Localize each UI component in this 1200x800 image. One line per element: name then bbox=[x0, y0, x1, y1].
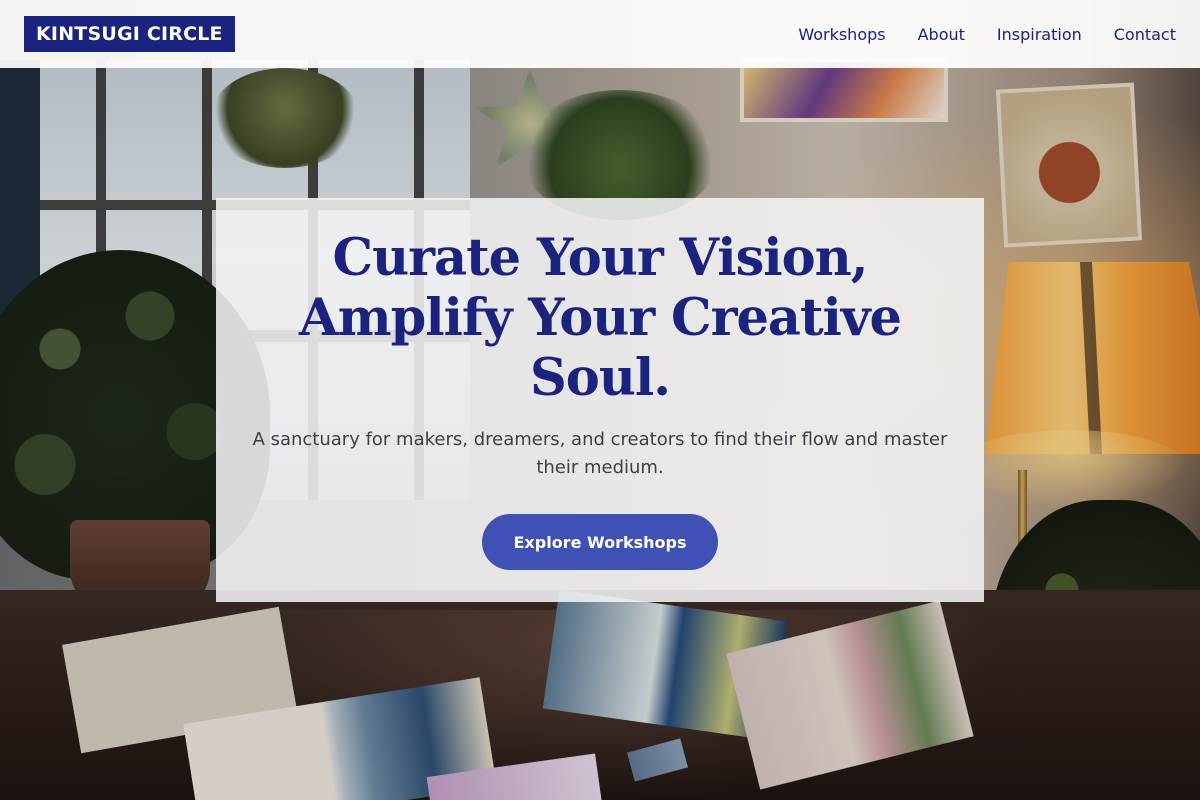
explore-workshops-button[interactable]: Explore Workshops bbox=[482, 514, 718, 570]
hero-card: Curate Your Vision, Amplify Your Creativ… bbox=[216, 198, 984, 602]
nav-link-about[interactable]: About bbox=[918, 25, 965, 44]
site-logo[interactable]: KINTSUGI CIRCLE bbox=[24, 16, 235, 52]
hero-subtitle: A sanctuary for makers, dreamers, and cr… bbox=[252, 429, 948, 478]
nav-link-workshops[interactable]: Workshops bbox=[798, 25, 885, 44]
hero-title: Curate Your Vision, Amplify Your Creativ… bbox=[299, 228, 902, 408]
nav-link-inspiration[interactable]: Inspiration bbox=[997, 25, 1082, 44]
landing-page: KINTSUGI CIRCLE Workshops About Inspirat… bbox=[0, 0, 1200, 800]
nav-link-contact[interactable]: Contact bbox=[1114, 25, 1176, 44]
site-header: KINTSUGI CIRCLE Workshops About Inspirat… bbox=[0, 0, 1200, 68]
main-nav: Workshops About Inspiration Contact bbox=[798, 0, 1176, 68]
